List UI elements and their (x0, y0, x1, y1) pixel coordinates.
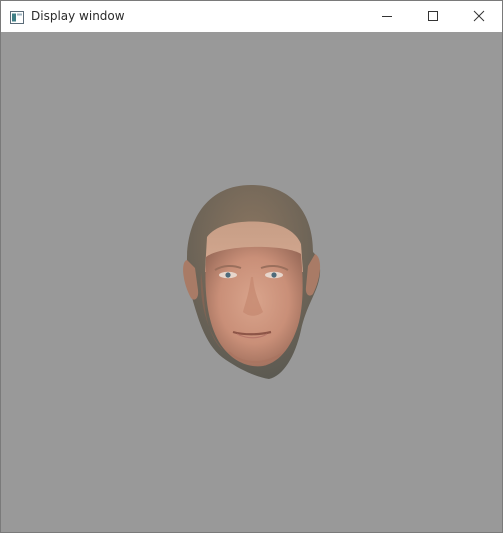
minimize-button[interactable] (364, 1, 410, 32)
maximize-button[interactable] (410, 1, 456, 32)
close-icon (473, 7, 485, 26)
display-window: Display window (0, 0, 503, 533)
app-window-icon (10, 9, 24, 24)
render-viewport[interactable] (1, 32, 502, 532)
minimize-icon (381, 7, 393, 26)
window-title: Display window (31, 9, 125, 23)
face-mesh-render (183, 185, 321, 379)
title-bar[interactable]: Display window (1, 1, 502, 32)
maximize-icon (427, 7, 439, 26)
close-button[interactable] (456, 1, 502, 32)
